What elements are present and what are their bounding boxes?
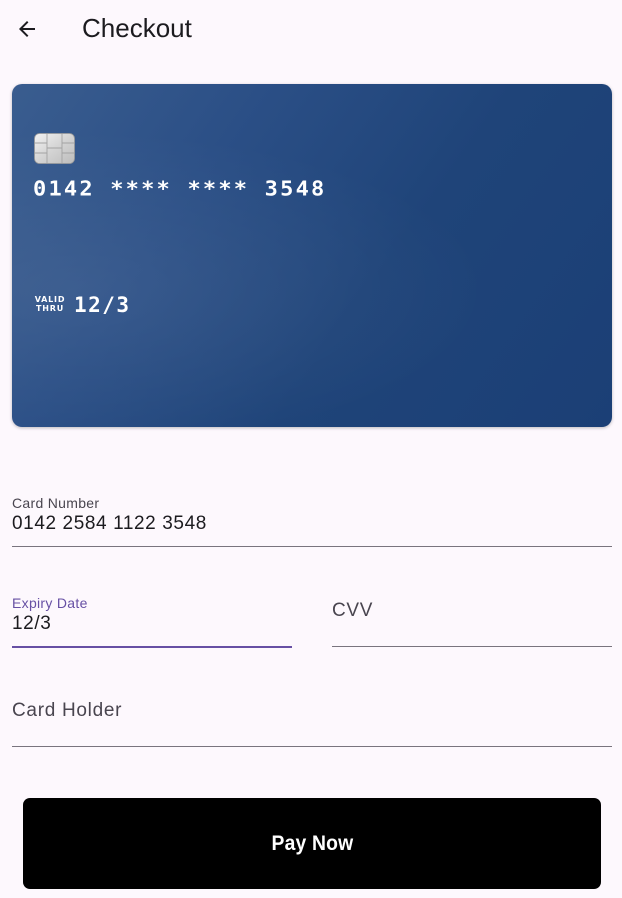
card-holder-underline [12, 746, 612, 747]
expiry-date-input[interactable]: 12/3 [12, 613, 51, 635]
app-bar: Checkout [0, 0, 622, 58]
emv-chip-icon [34, 133, 75, 164]
pay-now-button[interactable]: Pay Now [23, 798, 601, 889]
cvv-field[interactable]: CVV [332, 595, 612, 648]
card-number-input[interactable]: 0142 2584 1122 3548 [12, 513, 207, 535]
card-number-underline [12, 546, 612, 547]
card-number-field[interactable]: Card Number 0142 2584 1122 3548 [12, 495, 612, 548]
expiry-date-underline [12, 646, 292, 648]
cvv-underline [332, 646, 612, 647]
expiry-date-label: Expiry Date [12, 595, 88, 611]
valid-thru-line1: VALID [34, 295, 66, 304]
card-number-display: 0142 **** **** 3548 [33, 178, 327, 201]
card-holder-field[interactable]: Card Holder [12, 695, 612, 748]
card-holder-label: Card Holder [12, 700, 123, 721]
card-expiry-display: 12/3 [74, 293, 131, 317]
pay-now-label: Pay Now [271, 831, 353, 855]
card-number-label: Card Number [12, 495, 100, 511]
back-button[interactable] [4, 6, 50, 52]
arrow-left-icon [19, 21, 35, 37]
cvv-label: CVV [332, 600, 374, 621]
valid-thru-label: VALID THRU [32, 295, 68, 313]
credit-card-preview: 0142 **** **** 3548 VALID THRU 12/3 [12, 84, 612, 427]
card-sheen [12, 84, 612, 427]
valid-thru-line2: THRU [35, 304, 64, 313]
expiry-date-field[interactable]: Expiry Date 12/3 [12, 595, 292, 648]
page-title: Checkout [82, 13, 192, 43]
